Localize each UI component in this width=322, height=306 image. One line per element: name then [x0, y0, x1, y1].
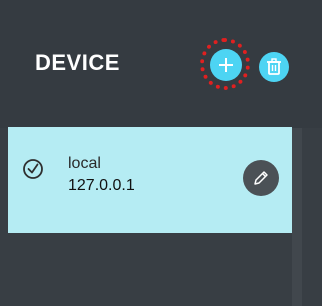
plus-icon [219, 58, 233, 72]
device-address: 127.0.0.1 [68, 177, 135, 194]
header-bar: DEVICE [0, 0, 322, 128]
device-name: local [68, 155, 101, 172]
delete-device-button[interactable] [259, 52, 289, 82]
check-circle-icon [23, 159, 43, 179]
edit-device-button[interactable] [243, 160, 279, 196]
trash-icon [267, 58, 281, 75]
page-title: DEVICE [35, 50, 120, 75]
add-device-button[interactable] [210, 49, 242, 81]
device-list-item[interactable]: local 127.0.0.1 [8, 127, 292, 233]
panel-divider [292, 128, 302, 306]
pencil-icon [254, 171, 268, 185]
